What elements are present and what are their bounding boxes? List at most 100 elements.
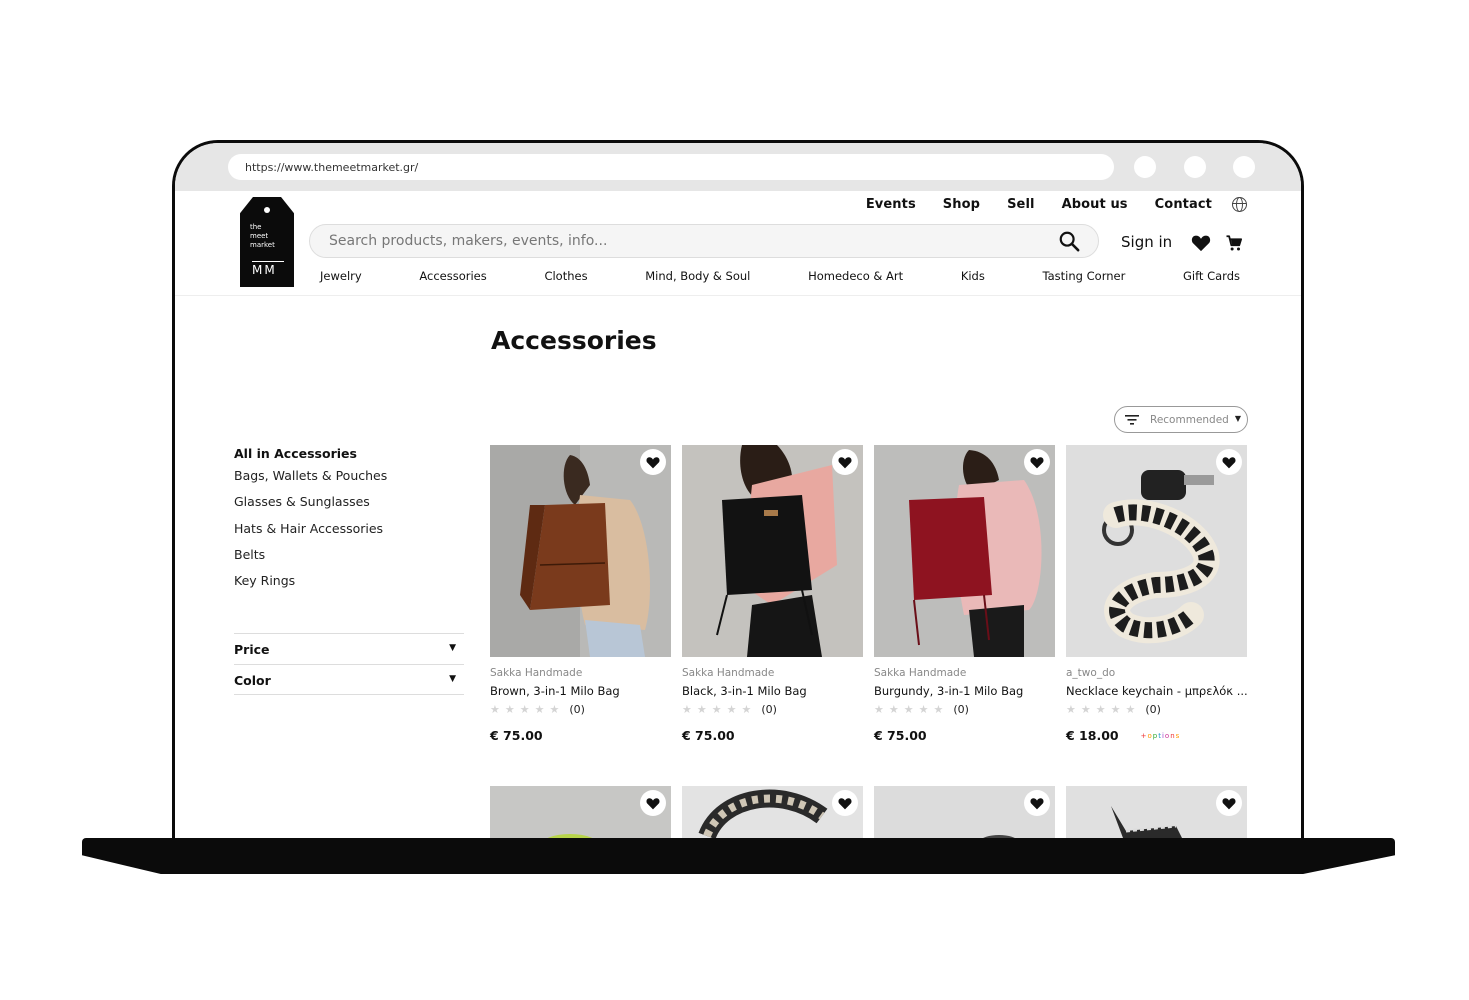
product-card[interactable]: Sakka Handmade Burgundy, 3-in-1 Milo Bag… [874, 445, 1055, 743]
sign-in-link[interactable]: Sign in [1121, 233, 1172, 251]
product-maker[interactable]: Sakka Handmade [874, 667, 1055, 679]
category-accessories[interactable]: Accessories [419, 269, 486, 283]
caret-down-icon: ▼ [1234, 414, 1241, 423]
logo-text: the meet market [250, 223, 275, 249]
product-image[interactable] [1066, 445, 1247, 657]
wishlist-heart-icon[interactable] [1191, 234, 1211, 252]
category-navigation: Jewelry Accessories Clothes Mind, Body &… [320, 269, 1240, 283]
globe-icon[interactable] [1232, 197, 1247, 212]
category-tasting-corner[interactable]: Tasting Corner [1043, 269, 1126, 283]
favorite-button[interactable] [640, 449, 666, 475]
product-maker[interactable]: Sakka Handmade [682, 667, 863, 679]
web-page: the meet market MM Events Shop Sell Abou… [175, 191, 1301, 840]
star-icon: ★ [549, 703, 560, 716]
sidebar-item-belts[interactable]: Belts [234, 547, 464, 573]
review-count: (0) [1145, 703, 1161, 716]
product-price: € 75.00 [874, 728, 927, 743]
product-name[interactable]: Necklace keychain - μπρελόκ ... [1066, 684, 1247, 698]
nav-events[interactable]: Events [866, 197, 916, 212]
search-input[interactable] [310, 225, 1010, 257]
cart-icon[interactable] [1225, 234, 1243, 252]
product-card[interactable] [682, 786, 863, 840]
rating-stars: ★ ★ ★ ★ ★ (0) [490, 703, 671, 716]
filter-label: Color [234, 673, 271, 688]
product-price: € 75.00 [490, 728, 543, 743]
nav-contact[interactable]: Contact [1155, 197, 1212, 212]
favorite-button[interactable] [1024, 449, 1050, 475]
product-name[interactable]: Burgundy, 3-in-1 Milo Bag [874, 684, 1055, 698]
star-icon: ★ [1110, 703, 1121, 716]
star-icon: ★ [682, 703, 692, 716]
product-image[interactable] [1066, 786, 1247, 840]
product-image[interactable] [874, 786, 1055, 840]
nav-about-us[interactable]: About us [1062, 197, 1128, 212]
product-maker[interactable]: a_two_do [1066, 667, 1247, 679]
product-image[interactable] [490, 786, 671, 840]
product-maker[interactable]: Sakka Handmade [490, 667, 671, 679]
sidebar-item-key-rings[interactable]: Key Rings [234, 573, 464, 599]
star-icon: ★ [918, 703, 929, 716]
logo-tag-hole [264, 207, 270, 213]
sort-dropdown[interactable]: Recommended ▼ [1114, 406, 1248, 433]
star-icon: ★ [1095, 703, 1106, 716]
sidebar-item-hats[interactable]: Hats & Hair Accessories [234, 521, 464, 547]
category-kids[interactable]: Kids [961, 269, 985, 283]
header-divider [175, 295, 1301, 296]
category-clothes[interactable]: Clothes [544, 269, 587, 283]
product-card[interactable]: Sakka Handmade Brown, 3-in-1 Milo Bag ★ … [490, 445, 671, 743]
product-card[interactable]: Sakka Handmade Black, 3-in-1 Milo Bag ★ … [682, 445, 863, 743]
nav-sell[interactable]: Sell [1007, 197, 1035, 212]
star-icon: ★ [1125, 703, 1136, 716]
product-image[interactable] [490, 445, 671, 657]
favorite-button[interactable] [1216, 449, 1242, 475]
favorite-button[interactable] [640, 790, 666, 816]
heart-icon [1030, 798, 1044, 810]
star-icon: ★ [933, 703, 944, 716]
favorite-button[interactable] [832, 449, 858, 475]
product-photo-black-bag [682, 445, 863, 657]
product-photo-burgundy-bag [874, 445, 1055, 657]
star-icon: ★ [726, 703, 737, 716]
filter-lines-icon [1125, 415, 1139, 425]
heart-icon [646, 457, 660, 469]
product-photo-brown-bag [490, 445, 671, 657]
rating-stars: ★ ★ ★ ★ ★ (0) [682, 703, 863, 716]
star-icon: ★ [534, 703, 545, 716]
category-jewelry[interactable]: Jewelry [320, 269, 362, 283]
category-gift-cards[interactable]: Gift Cards [1183, 269, 1240, 283]
star-icon: ★ [504, 703, 515, 716]
search-icon[interactable] [1058, 230, 1080, 252]
window-dot [1184, 156, 1206, 178]
address-bar[interactable]: https://www.themeetmarket.gr/ [228, 154, 1114, 180]
rating-stars: ★ ★ ★ ★ ★ (0) [874, 703, 1055, 716]
star-icon: ★ [903, 703, 914, 716]
product-name[interactable]: Black, 3-in-1 Milo Bag [682, 684, 863, 698]
product-card[interactable] [1066, 786, 1247, 840]
nav-shop[interactable]: Shop [943, 197, 980, 212]
site-logo[interactable]: the meet market MM [240, 197, 294, 287]
product-price: € 18.00 +options [1066, 728, 1247, 743]
filter-price[interactable]: Price ▼ [234, 633, 464, 664]
filter-color[interactable]: Color ▼ [234, 664, 464, 695]
product-name[interactable]: Brown, 3-in-1 Milo Bag [490, 684, 671, 698]
star-icon: ★ [711, 703, 722, 716]
product-image[interactable] [874, 445, 1055, 657]
favorite-button[interactable] [1216, 790, 1242, 816]
sidebar-item-glasses[interactable]: Glasses & Sunglasses [234, 494, 464, 520]
star-icon: ★ [696, 703, 707, 716]
star-icon: ★ [874, 703, 884, 716]
product-image[interactable] [682, 786, 863, 840]
review-count: (0) [953, 703, 969, 716]
category-mind-body-soul[interactable]: Mind, Body & Soul [645, 269, 750, 283]
favorite-button[interactable] [1024, 790, 1050, 816]
product-card[interactable]: a_two_do Necklace keychain - μπρελόκ ...… [1066, 445, 1247, 743]
sidebar-item-bags[interactable]: Bags, Wallets & Pouches [234, 468, 464, 494]
category-sidebar: All in Accessories Bags, Wallets & Pouch… [234, 446, 464, 599]
product-card[interactable] [490, 786, 671, 840]
category-homedeco-art[interactable]: Homedeco & Art [808, 269, 903, 283]
options-badge[interactable]: +options [1141, 732, 1181, 740]
product-card[interactable] [874, 786, 1055, 840]
product-image[interactable] [682, 445, 863, 657]
sidebar-all-accessories[interactable]: All in Accessories [234, 446, 464, 461]
favorite-button[interactable] [832, 790, 858, 816]
